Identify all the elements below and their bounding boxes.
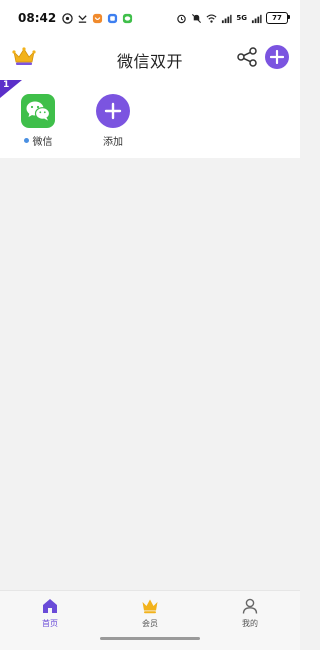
- crown-icon: [142, 599, 158, 614]
- app-label: 微信: [8, 133, 68, 148]
- signal-icon: [251, 14, 262, 23]
- status-left: 08:42: [18, 11, 133, 25]
- tab-me[interactable]: 我的: [220, 597, 280, 629]
- app-item-wechat[interactable]: 微信: [8, 94, 68, 148]
- app-label: 添加: [83, 133, 143, 148]
- home-icon: [43, 599, 57, 613]
- battery-level: 77: [272, 14, 282, 22]
- app-header: 微信双开: [0, 36, 300, 80]
- mute-icon: [192, 13, 202, 23]
- app-grid: 1 微信 添加: [0, 80, 300, 158]
- missed-call-icon: [78, 14, 87, 23]
- tab-vip[interactable]: 会员: [120, 597, 180, 629]
- bottom-tab-bar: 首页 会员 我的: [0, 590, 300, 650]
- tab-label: 会员: [142, 619, 158, 628]
- add-button[interactable]: [265, 45, 289, 69]
- home-indicator[interactable]: [100, 637, 200, 640]
- plus-icon: [96, 94, 130, 128]
- user-icon: [242, 598, 258, 614]
- status-bar: 08:42 5G 77: [0, 0, 300, 36]
- status-time: 08:42: [18, 11, 57, 25]
- app-name: 微信: [32, 137, 53, 148]
- battery-icon: 77: [266, 12, 290, 24]
- badge-number: 1: [3, 80, 10, 90]
- status-dot: [23, 138, 29, 143]
- app-notification-icon: [93, 13, 103, 23]
- tab-label: 首页: [42, 619, 58, 628]
- app-notification-icon: [108, 13, 118, 23]
- signal-icon: [222, 14, 232, 23]
- alarm-icon: [177, 14, 187, 23]
- network-type: 5G: [236, 14, 247, 22]
- tab-home[interactable]: 首页: [20, 597, 80, 629]
- app-name: 添加: [103, 137, 123, 148]
- tab-label: 我的: [242, 619, 258, 628]
- wechat-notification-icon: [123, 13, 133, 23]
- app-item-add[interactable]: 添加: [83, 94, 143, 148]
- notification-icon: [62, 12, 73, 24]
- plus-icon: [270, 50, 284, 64]
- wifi-icon: [206, 13, 217, 23]
- status-right: 5G 77: [176, 12, 290, 24]
- wechat-icon: [21, 94, 55, 128]
- share-icon[interactable]: [236, 46, 258, 68]
